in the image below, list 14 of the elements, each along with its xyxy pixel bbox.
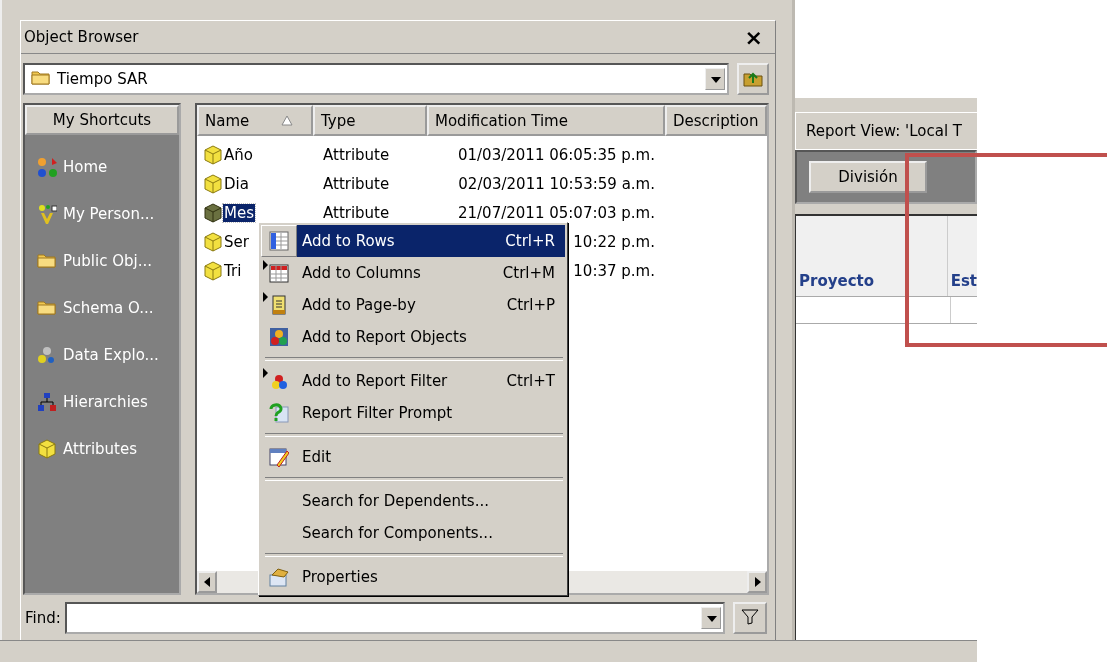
panel-title: Object Browser (24, 28, 139, 46)
find-label: Find: (25, 609, 61, 627)
table-cell: 21/07/2011 05:07:03 p.m. (457, 203, 655, 222)
table-cell: 02/03/2011 10:53:59 a.m. (458, 174, 655, 193)
grid-column-header: Est (949, 271, 977, 292)
table-cell: Attribute (323, 145, 390, 164)
table-cell: 10:22 p.m. (573, 232, 655, 251)
grid-column-header: Proyecto (796, 216, 948, 296)
table-cell: 10:37 p.m. (573, 261, 655, 280)
report-view-title: Report View: 'Local T (795, 112, 977, 150)
table-cell: Attribute (323, 203, 390, 222)
location-value: Tiempo SAR (57, 70, 149, 88)
table-cell: 01/03/2011 06:05:35 p.m. (457, 145, 655, 164)
table-cell: Attribute (323, 174, 390, 193)
